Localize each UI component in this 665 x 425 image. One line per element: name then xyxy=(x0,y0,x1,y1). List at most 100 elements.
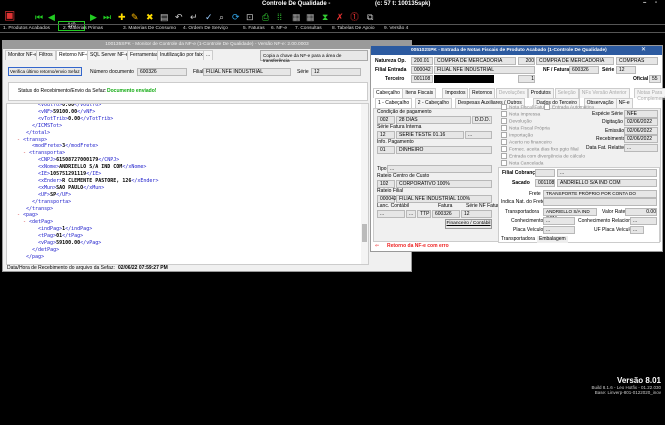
add-icon[interactable]: ✚ xyxy=(118,12,126,22)
lanc-field-2[interactable]: ... xyxy=(406,210,416,218)
tab-more[interactable]: ... xyxy=(203,50,214,60)
entrada-serie-field[interactable]: 12 xyxy=(616,66,636,74)
tab-notas-para-complemento[interactable]: Notas Para Complemento xyxy=(634,88,665,102)
delete-icon[interactable]: ✖ xyxy=(146,12,154,22)
uf-placa-field[interactable]: ... xyxy=(630,226,644,234)
brush-icon[interactable]: ✓ xyxy=(205,12,213,22)
tab-sql-server[interactable]: SQL Server NF-e xyxy=(87,50,132,60)
lanc-field[interactable]: ... xyxy=(377,210,405,218)
tipo-field[interactable]: ... xyxy=(387,165,492,173)
prev-record-icon[interactable]: ◀ xyxy=(48,12,55,22)
restore-button[interactable]: ▫ xyxy=(655,0,657,6)
collapse-marker[interactable]: - xyxy=(17,212,20,218)
sacado-code[interactable]: 001108 xyxy=(535,179,555,187)
tab-retornos[interactable]: Retornos xyxy=(469,88,496,98)
serie-fat-extra[interactable]: ... xyxy=(465,131,492,139)
transportadora-field[interactable]: ANDRIELLO S/A IND COM xyxy=(543,208,597,220)
menu-tabelas-apoio[interactable]: 8. Tabelas De Apoio xyxy=(329,25,381,32)
digitacao-field[interactable]: 02/06/2022 xyxy=(624,118,658,126)
tab-cabe-alho[interactable]: Cabeçalho xyxy=(373,88,403,98)
serie-nf-field[interactable]: 12 xyxy=(461,210,492,218)
rateio-cc-code[interactable]: 102 xyxy=(377,180,395,188)
nf-field[interactable]: 600326 xyxy=(569,66,599,74)
edit-icon[interactable]: ✎ xyxy=(131,12,139,22)
especie-field[interactable]: NFE xyxy=(624,110,658,118)
menu-faturas[interactable]: 5. Faturas xyxy=(240,25,268,32)
natureza-desc[interactable]: COMPRA DE MERCADORIA xyxy=(434,57,516,65)
scrollbar-thumb[interactable] xyxy=(362,224,367,242)
serie-fat-desc[interactable]: SERIE TESTE 01.16 xyxy=(396,131,464,139)
verify-sefaz-button[interactable]: Verifica último retorno/envio Sefaz xyxy=(8,67,82,76)
paste-icon[interactable]: ▦ xyxy=(306,12,315,22)
first-record-icon[interactable]: ⏮ xyxy=(35,12,43,22)
sacado-desc[interactable]: ANDRIELLO S/A IND COM xyxy=(557,179,657,187)
natureza-code[interactable]: 200.01 xyxy=(411,57,433,65)
serie-field[interactable]: 12 xyxy=(311,68,361,76)
tab-nfs-vers-o-anterior[interactable]: NFs Versão Anterior xyxy=(578,88,630,98)
print-icon[interactable]: ⎙ xyxy=(262,12,269,22)
serie-fat-code[interactable]: 12 xyxy=(377,131,395,139)
refresh-icon[interactable]: ⟳ xyxy=(232,12,240,22)
menu-materias-consumo[interactable]: 3. Materias De Consumo xyxy=(120,25,180,32)
zoom-icon[interactable]: ⊡ xyxy=(246,12,254,22)
recebimento-field[interactable]: 02/06/2022 xyxy=(624,135,658,143)
financeiro-contabil-button[interactable]: Financeiro / Contábil xyxy=(445,219,492,229)
info-pag-desc[interactable]: DINHEIRO xyxy=(396,146,492,154)
fatura-field[interactable]: 600326 xyxy=(432,210,460,218)
clear-filter-icon[interactable]: ✗ xyxy=(336,12,344,22)
tab-embalagem[interactable]: Embalagem xyxy=(537,236,568,243)
natureza-desc2[interactable]: COMPRA DE MERCADORIA xyxy=(536,57,614,65)
windows-icon[interactable]: ⧉ xyxy=(367,12,373,22)
frete-select[interactable]: TRANSPORTE PRÓPRIO POR CONTA DO REMETENT… xyxy=(543,190,657,202)
copy-key-button[interactable]: Copia a chave da NF-e para a área de tra… xyxy=(260,50,368,63)
datafat-field[interactable]: ... xyxy=(624,144,658,152)
menu-ordem-servico[interactable]: 4. Ordem De Serviço xyxy=(180,25,240,32)
filial-field[interactable]: FILIAL NFE INDUSTRIAL xyxy=(203,68,291,76)
menu-materias-primas[interactable]: 2. Matérias Primas xyxy=(60,25,120,32)
subtab-1[interactable]: 2 - Cabeçalho xyxy=(414,98,452,108)
confirm-icon[interactable]: ↵ xyxy=(190,12,198,22)
filter-icon[interactable]: ⧗ xyxy=(322,12,328,22)
rateio-filial-desc[interactable]: FILIAL NFE INDUSTRIAL 100% xyxy=(396,195,492,203)
next-record-icon[interactable]: ▶ xyxy=(90,12,97,22)
terceiro-code[interactable]: 001108 xyxy=(411,75,433,83)
rateio-cc-desc[interactable]: CORPORATIVO 100% xyxy=(396,180,492,188)
grid-icon[interactable]: ⁞⁞ xyxy=(277,12,282,22)
subtab-5[interactable]: NF-e xyxy=(615,98,633,108)
menu-versao-4[interactable]: 9. Versão 4 xyxy=(381,25,441,32)
menu-produtos-acabados[interactable]: 1. Produtos Acabados xyxy=(0,25,60,32)
rateio-filial-code[interactable]: 000042 xyxy=(377,195,397,203)
collapse-marker[interactable]: - xyxy=(23,150,26,156)
numero-field[interactable]: 600326 xyxy=(137,68,187,76)
filial-entrada-desc[interactable]: FILIAL NFE INDUSTRIAL xyxy=(434,66,535,74)
entrada-automatica-checkbox[interactable]: Entrada Automática xyxy=(544,104,594,111)
cond-desc[interactable]: 28 DIAS xyxy=(396,116,471,124)
terceiro-num[interactable]: 1 xyxy=(518,75,535,83)
subtab-0[interactable]: 1 - Cabeçalho xyxy=(375,98,413,108)
filial-entrada-code[interactable]: 000042 xyxy=(411,66,433,74)
collapse-marker[interactable]: - xyxy=(23,219,26,225)
natureza-tipo[interactable]: COMPRAS xyxy=(616,57,658,65)
undo-icon[interactable]: ↶ xyxy=(175,12,183,22)
cond-ddd[interactable]: D.D.D. xyxy=(472,116,492,124)
xml-viewer[interactable]: <vOutro>0.00</vOutro> <vNF>59100.00</vNF… xyxy=(6,103,369,265)
tab-sele-o[interactable]: Seleção xyxy=(554,88,579,98)
close-icon[interactable]: ✕ xyxy=(641,46,646,53)
filial-cob-field[interactable]: ... xyxy=(557,169,657,177)
cond-code[interactable]: 002 xyxy=(377,116,395,124)
collapse-marker[interactable]: - xyxy=(17,137,20,143)
tab-transportadora[interactable]: Transportadora xyxy=(501,236,535,243)
tab-inutilizacao[interactable]: Inutilização por faixa xyxy=(157,50,209,60)
conh-rel-field[interactable]: ... xyxy=(630,217,657,225)
natureza-num[interactable]: 200 xyxy=(518,57,535,65)
oficial-field[interactable]: 55 xyxy=(649,75,661,83)
ttp-field[interactable]: TTP xyxy=(417,210,431,218)
info-pag-code[interactable]: 01 xyxy=(377,146,395,154)
filial-cob-code[interactable] xyxy=(535,169,555,177)
tab-monitor-nfe[interactable]: Monitor NF-e xyxy=(5,50,41,60)
menu-nfe[interactable]: 6. NF-e xyxy=(268,25,292,32)
tab-filtros[interactable]: Filtros xyxy=(36,50,56,60)
emissao-field[interactable]: 02/06/2022 xyxy=(624,127,658,135)
valor-rateio-field[interactable]: 0.00 xyxy=(625,208,657,216)
last-record-icon[interactable]: ⏭ xyxy=(103,12,111,22)
